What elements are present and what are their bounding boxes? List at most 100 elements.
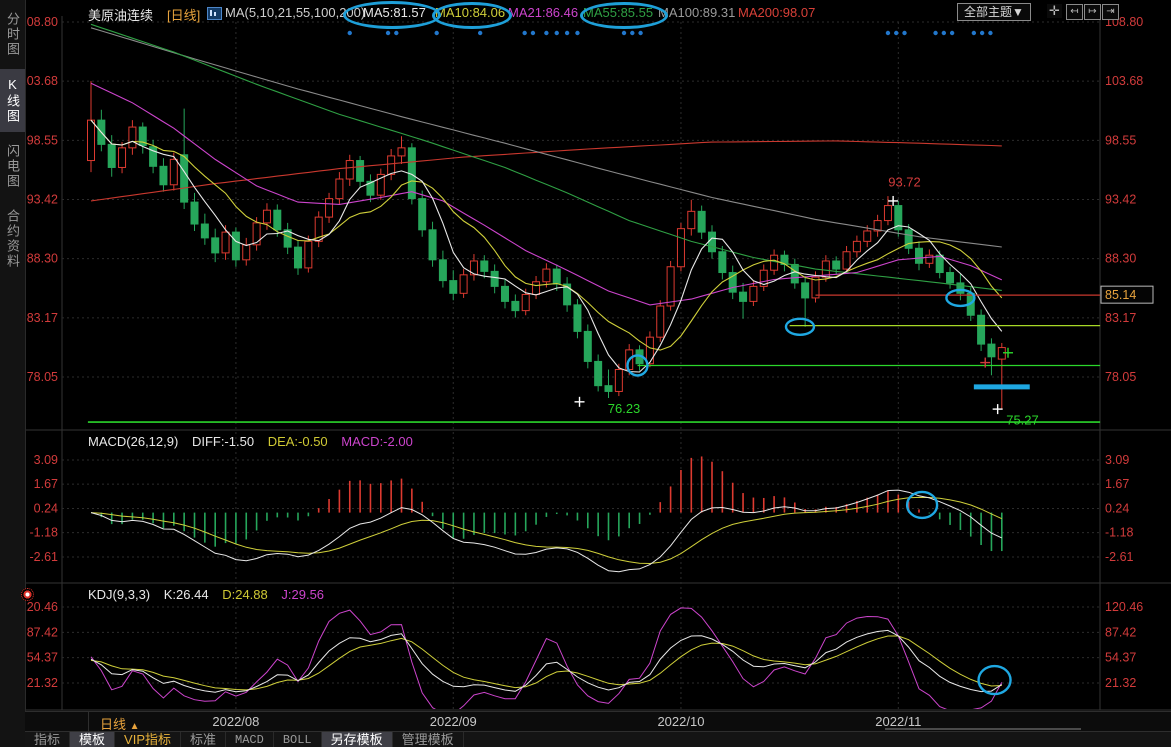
kdj-j-value: J:29.56 bbox=[281, 587, 324, 602]
price-annotation-text: 76.23 bbox=[608, 401, 641, 416]
candle-body bbox=[677, 229, 684, 267]
macd-axis-label-left: -2.61 bbox=[30, 550, 59, 564]
kdj-layer bbox=[91, 608, 1002, 712]
candle-body bbox=[212, 238, 219, 253]
candle-body bbox=[864, 231, 871, 241]
candle-body bbox=[512, 301, 519, 310]
macd-title: MACD(26,12,9) bbox=[88, 434, 178, 449]
macd-axis-label-right: -2.61 bbox=[1105, 550, 1134, 564]
macd-layer bbox=[91, 456, 1002, 571]
candle-body bbox=[740, 292, 747, 301]
ma200-value: MA200:98.07 bbox=[738, 5, 815, 20]
candle-body bbox=[791, 264, 798, 282]
ma-line bbox=[91, 141, 1002, 201]
candle-body bbox=[709, 232, 716, 252]
candle-body bbox=[988, 344, 995, 357]
price-annotation-text: 75.27 bbox=[1006, 412, 1039, 427]
candle-body bbox=[295, 247, 302, 268]
sidebar-item-contract-info[interactable]: 合约资料 bbox=[0, 201, 25, 277]
date-label: 2022/11 bbox=[875, 714, 921, 729]
signal-dot bbox=[942, 31, 946, 35]
candle-body bbox=[108, 144, 115, 167]
candle-body bbox=[771, 255, 778, 270]
signal-dot bbox=[348, 31, 352, 35]
candle-body bbox=[957, 283, 964, 293]
kdj-d-value: D:24.88 bbox=[222, 587, 268, 602]
candle-body bbox=[936, 255, 943, 272]
price-axis-label-left: 88.30 bbox=[27, 252, 58, 266]
kdj-axis-label-right: 21.32 bbox=[1105, 676, 1136, 690]
candle-body bbox=[657, 306, 664, 337]
signal-dot bbox=[555, 31, 559, 35]
ma21-value: MA21:86.46 bbox=[508, 5, 578, 20]
signal-dot bbox=[565, 31, 569, 35]
indicator-icon[interactable] bbox=[207, 7, 222, 20]
annotation-circle bbox=[979, 666, 1011, 694]
compress-kline-icon[interactable]: ↤ bbox=[1066, 4, 1083, 20]
candle-body bbox=[253, 223, 260, 245]
candle-body bbox=[729, 273, 736, 293]
price-axis-label-right: 93.42 bbox=[1105, 193, 1136, 207]
candle-body bbox=[884, 206, 891, 221]
price-axis-label-left: 83.17 bbox=[27, 311, 58, 325]
candle-body bbox=[522, 294, 529, 310]
candle-body bbox=[460, 275, 467, 293]
candle-body bbox=[88, 120, 95, 160]
candle-body bbox=[574, 305, 581, 332]
ma55-value: MA55:85.55 bbox=[583, 5, 653, 20]
tab-vip-indicators[interactable]: VIP指标 bbox=[115, 732, 181, 747]
pan-icon[interactable]: ✛ bbox=[1047, 4, 1062, 18]
shift-right-icon[interactable]: ⇥ bbox=[1102, 4, 1119, 20]
signal-dot bbox=[434, 31, 438, 35]
diff-line bbox=[91, 490, 1002, 572]
price-axis-label-right: 78.05 bbox=[1105, 370, 1136, 384]
candle-body bbox=[170, 159, 177, 184]
price-axis-label-right: 98.55 bbox=[1105, 133, 1136, 147]
signal-dot bbox=[531, 31, 535, 35]
sidebar-item-time-sharing[interactable]: 分时图 bbox=[0, 4, 25, 65]
expand-kline-icon[interactable]: ↦ bbox=[1084, 4, 1101, 20]
candle-body bbox=[191, 202, 198, 224]
tab-standard[interactable]: 标准 bbox=[181, 732, 226, 747]
kdj-axis-label-left: 87.42 bbox=[27, 625, 58, 639]
candle-body bbox=[201, 224, 208, 238]
period-tag[interactable]: [日线] bbox=[167, 5, 200, 24]
candle-body bbox=[553, 269, 560, 284]
date-label: 2022/08 bbox=[212, 714, 259, 729]
tab-save-template[interactable]: 另存模板 bbox=[322, 732, 393, 747]
signal-dot bbox=[386, 31, 390, 35]
main-chart[interactable]: 108.80108.80103.68103.6898.5598.5593.429… bbox=[0, 0, 1171, 712]
sidebar-item-lightning[interactable]: 闪电图 bbox=[0, 136, 25, 197]
indicator-settings-icon[interactable] bbox=[21, 588, 34, 601]
tab-macd[interactable]: MACD bbox=[226, 732, 274, 747]
candle-body bbox=[719, 252, 726, 273]
tab-templates[interactable]: 模板 bbox=[70, 732, 115, 747]
candle-body bbox=[750, 286, 757, 301]
macd-axis-label-left: 0.24 bbox=[34, 502, 58, 516]
tab-manage-templates[interactable]: 管理模板 bbox=[393, 732, 464, 747]
price-axis-label-left: 98.55 bbox=[27, 133, 58, 147]
ma10-value: MA10:84.06 bbox=[435, 5, 505, 20]
sidebar-item-kline[interactable]: K线图 bbox=[0, 69, 25, 132]
price-axis-label-left: 78.05 bbox=[27, 370, 58, 384]
candle-body bbox=[947, 273, 954, 283]
ma5-value: MA5:81.57 bbox=[363, 5, 426, 20]
signal-dot bbox=[630, 31, 634, 35]
candle-body bbox=[491, 271, 498, 286]
date-label: 2022/10 bbox=[657, 714, 704, 729]
candle-body bbox=[584, 331, 591, 361]
tab-indicators[interactable]: 指标 bbox=[25, 732, 70, 747]
tab-boll[interactable]: BOLL bbox=[274, 732, 322, 747]
signal-dot bbox=[478, 31, 482, 35]
candle-body bbox=[243, 245, 250, 260]
theme-dropdown-button[interactable]: 全部主题▼ bbox=[957, 3, 1031, 21]
annotation-circle bbox=[907, 492, 937, 518]
candle-body bbox=[160, 166, 167, 184]
signal-dot bbox=[886, 31, 890, 35]
candle-body bbox=[181, 155, 188, 202]
j-line bbox=[91, 608, 1002, 712]
candle-body bbox=[263, 210, 270, 223]
candle-body bbox=[429, 230, 436, 260]
ma-lines-layer bbox=[91, 24, 1002, 372]
candle-body bbox=[698, 211, 705, 232]
